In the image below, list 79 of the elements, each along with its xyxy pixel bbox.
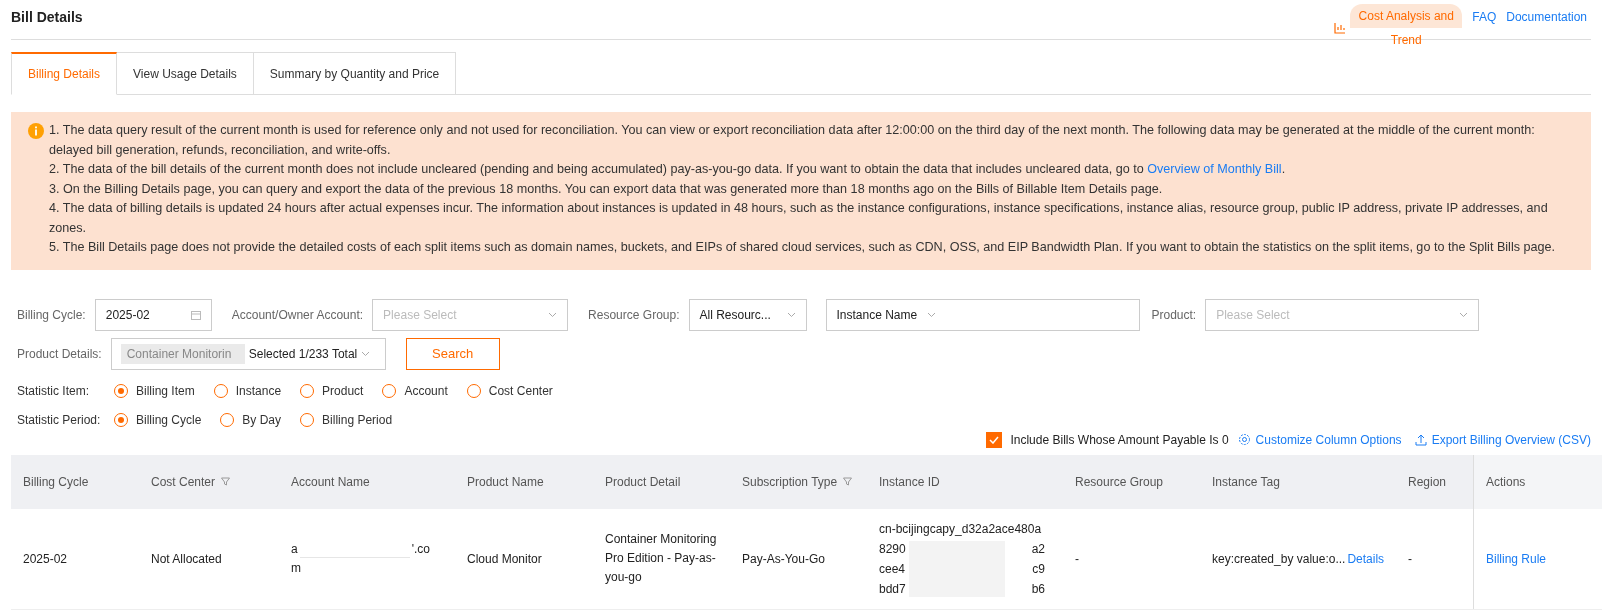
table-cell: Not Allocated: [151, 551, 222, 566]
radio-label[interactable]: Instance: [235, 383, 282, 398]
field-label: Billing Cycle:: [17, 307, 86, 322]
column-header: Region: [1408, 474, 1447, 489]
column-header: Cost Center: [151, 474, 216, 489]
header-link[interactable]: FAQ: [1472, 10, 1497, 24]
radio-label[interactable]: Billing Period: [322, 412, 393, 427]
radio-label[interactable]: Billing Item: [136, 383, 195, 398]
notice-text: 3. On the Billing Details page, you can query and export the data of the previous 18 months. You can export data that was generated more than 18 months ago on the Bills of Billable Item Details page.: [49, 180, 1164, 198]
table-cell: key:created_by value:o...: [1212, 551, 1346, 566]
column-header: Account Name: [291, 474, 370, 489]
tab[interactable]: Summary by Quantity and Price: [253, 52, 457, 95]
field-label: Product Details:: [17, 346, 102, 361]
radio-label[interactable]: Billing Cycle: [136, 412, 202, 427]
table-cell-text: a: [291, 540, 298, 558]
product-details-select[interactable]: Container Monitorin Selected 1/233 Total: [110, 337, 386, 370]
field-label: Resource Group:: [588, 307, 680, 322]
filter-icon[interactable]: [221, 477, 231, 486]
chevron-down-icon: [786, 311, 796, 318]
column-header: Instance ID: [879, 474, 940, 489]
export-link[interactable]: Export Billing Overview (CSV): [1431, 432, 1591, 447]
column-header: Actions: [1486, 474, 1526, 489]
tab[interactable]: View Usage Details: [117, 52, 254, 95]
billing-rule-link[interactable]: Billing Rule: [1486, 551, 1547, 566]
check-icon: [989, 435, 1000, 444]
table-cell-text: b6: [1031, 580, 1045, 598]
notice-text: 5. The Bill Details page does not provide the detailed costs of each split items such as domain names, buckets, and EIPs of shared cloud services, such as CDN, OSS, and EIP Bandwidth Plan. If you want to obtain the statistics on the split items, go to the Split Bills page.: [49, 239, 1556, 256]
field-label: Account/Owner Account:: [231, 307, 364, 322]
selected-tag: Container Monitorin: [120, 343, 245, 364]
info-icon: [28, 123, 44, 139]
table-cell: Pay-As-You-Go: [742, 551, 825, 566]
chevron-down-icon: [548, 311, 558, 318]
page-title: Bill Details: [11, 9, 83, 25]
chevron-down-icon: [1459, 311, 1469, 318]
group-label: Statistic Item:: [17, 383, 91, 398]
details-link[interactable]: Details: [1347, 551, 1385, 566]
header-link[interactable]: Documentation: [1506, 10, 1587, 24]
instance-field[interactable]: Instance Name: [825, 298, 1140, 331]
column-header: Subscription Type: [742, 474, 838, 489]
table-cell-text: a2: [1031, 540, 1045, 558]
table-cell: -: [1075, 551, 1079, 566]
selection-summary: Selected 1/233 Total: [248, 346, 358, 361]
table-cell-text: bdd7: [879, 580, 906, 598]
table-cell: -: [1408, 551, 1412, 566]
radio-label[interactable]: Cost Center: [488, 383, 553, 398]
chart-icon: [1334, 22, 1347, 34]
table-cell-text: cee4: [879, 560, 906, 578]
table-cell-text: '.co: [411, 540, 430, 558]
radio-label[interactable]: By Day: [242, 412, 282, 427]
table-cell-text: m: [291, 559, 302, 577]
filter-icon[interactable]: [843, 477, 853, 486]
table-cell: Cloud Monitor: [467, 551, 542, 566]
column-header: Instance Tag: [1212, 474, 1280, 489]
customize-columns-link[interactable]: Customize Column Options: [1255, 432, 1402, 447]
date-field[interactable]: 2025-02: [94, 298, 212, 331]
column-header: Billing Cycle: [23, 474, 89, 489]
notice-text: 2. The data of the bill details of the current month does not include uncleared (pending and being accumulated) pay-as-you-go data. If you want to obtain the data that includes uncleared data, go to Overview of Monthly Bill.: [49, 161, 1287, 178]
checkbox-label[interactable]: Include Bills Whose Amount Payable Is 0: [1010, 432, 1229, 447]
table-cell-text: Container Monitoring Pro Edition - Pay-as-you-go: [605, 531, 718, 586]
table-cell: 2025-02: [23, 551, 68, 566]
column-header: Product Name: [467, 474, 544, 489]
column-header: Product Detail: [605, 474, 681, 489]
chevron-down-icon: [927, 311, 937, 318]
table-cell-text: cn-bcijingcapy_d32a2ace480a: [879, 520, 1042, 538]
resource-group-select[interactable]: All Resourc...: [688, 298, 807, 331]
table-cell-text: c9: [1032, 560, 1045, 578]
radio-label[interactable]: Product: [322, 383, 364, 398]
settings-icon[interactable]: [1237, 433, 1251, 446]
calendar-icon: [190, 309, 201, 320]
group-label: Statistic Period:: [17, 412, 102, 427]
radio-label[interactable]: Account: [404, 383, 448, 398]
upload-icon[interactable]: [1414, 433, 1427, 446]
notice-text: 4. The data of billing details is updated 24 hours after actual expenses incur. The information about instances is updated in 48 hours, such as the instance configurations, instance specifications, instance alias, resource group, public IP address, private IP addresses, and zones.: [49, 200, 1549, 237]
notice-text: 1. The data query result of the current month is used for reference only and not used for reconciliation. You can view or export reconciliation data after 12:00:00 on the third day of the next month. The following data may be generated at the middle of the current month: delayed bill generation, refunds, reconciliation, and write-offs.: [49, 122, 1536, 159]
chevron-down-icon: [361, 350, 371, 357]
checkbox[interactable]: [986, 431, 1003, 448]
column-header: Resource Group: [1075, 474, 1164, 489]
table-cell-text: 8290: [879, 540, 906, 558]
field-label: Product:: [1151, 307, 1197, 322]
